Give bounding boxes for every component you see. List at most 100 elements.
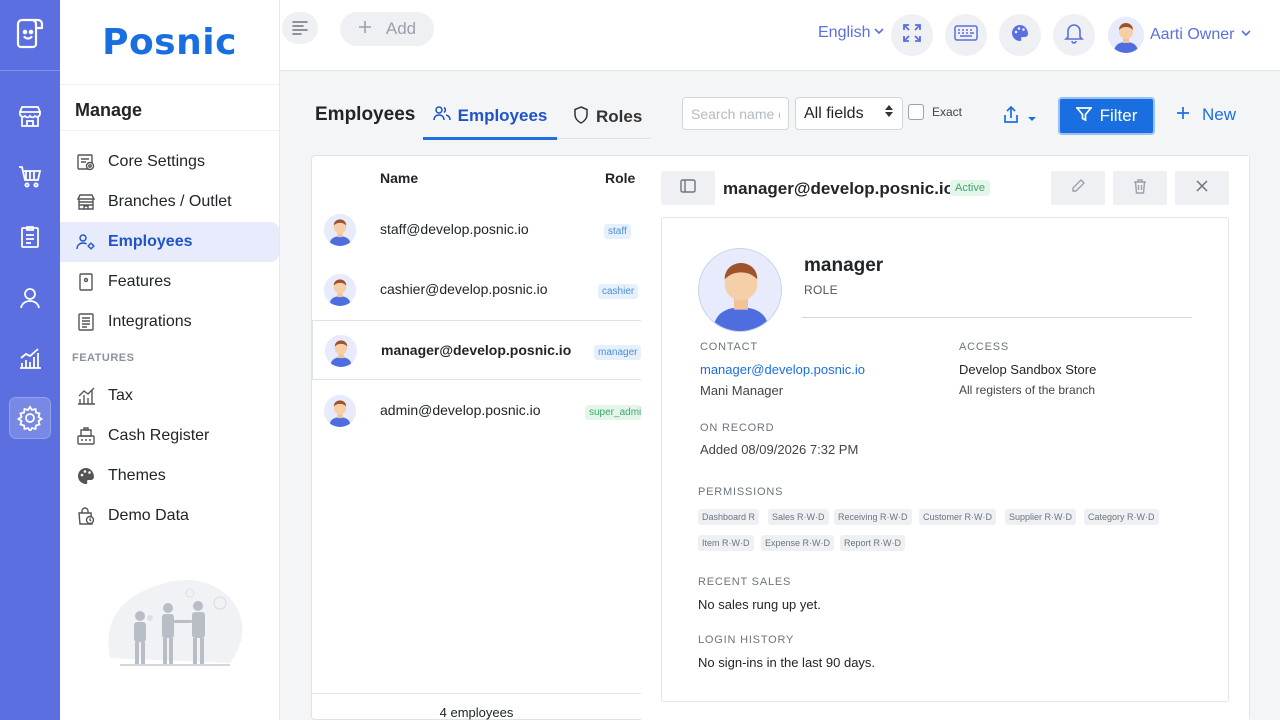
fullscreen-button[interactable]: [891, 14, 933, 56]
avatar: [324, 395, 356, 427]
close-icon: [1196, 179, 1208, 197]
share-icon: [1003, 105, 1019, 129]
profile-avatar: [698, 248, 782, 332]
login-history-text: No sign-ins in the last 90 days.: [698, 655, 876, 670]
access-registers: All registers of the branch: [959, 383, 1096, 397]
theme-button[interactable]: [999, 14, 1041, 56]
sidebar-item-label: Integrations: [108, 313, 192, 330]
sidebar-item-tax[interactable]: Tax: [60, 376, 279, 416]
role-badge: cashier: [598, 284, 639, 299]
close-button[interactable]: [1175, 171, 1229, 205]
notifications-button[interactable]: [1053, 14, 1095, 56]
sidebar-item-core-settings[interactable]: Core Settings: [60, 142, 279, 182]
sidebar-item-label: Tax: [108, 387, 133, 404]
new-label: New: [1202, 105, 1237, 124]
exact-toggle[interactable]: Exact: [908, 104, 962, 120]
table-row-selected[interactable]: manager@develop.posnic.io manager: [312, 320, 641, 380]
access-store: Develop Sandbox Store: [959, 362, 1097, 377]
sidebar-title: Manage: [75, 100, 143, 120]
language-select[interactable]: English: [818, 24, 885, 42]
delete-button[interactable]: [1113, 171, 1167, 205]
tab-label: Roles: [596, 107, 643, 126]
page-title: Employees: [315, 104, 416, 125]
people-gear-icon: [75, 231, 97, 253]
contact-heading: CONTACT: [700, 341, 758, 353]
fields-select-value: All fields: [804, 104, 864, 122]
sidebar-item-cash-register[interactable]: Cash Register: [60, 416, 279, 456]
sidebar-item-themes[interactable]: Themes: [60, 456, 279, 496]
tab-roles[interactable]: Roles: [573, 94, 642, 140]
trash-icon: [1133, 178, 1147, 199]
sidebar-item-branches[interactable]: Branches / Outlet: [60, 182, 279, 222]
search-input[interactable]: [682, 97, 789, 130]
exact-label: Exact: [932, 105, 963, 119]
profile-role-label: ROLE: [804, 283, 838, 297]
permission-chip: Sales R·W·D: [768, 509, 829, 525]
column-header-name[interactable]: Name: [380, 170, 418, 186]
sidebar-item-label: Features: [108, 273, 172, 290]
employee-email: cashier@develop.posnic.io: [380, 281, 548, 297]
avatar: [325, 335, 357, 367]
table-row[interactable]: admin@develop.posnic.io super_admin: [312, 381, 641, 441]
store-icon[interactable]: [10, 96, 50, 136]
sidebar-item-label: Core Settings: [108, 153, 205, 170]
permissions-heading: PERMISSIONS: [698, 486, 784, 498]
add-button[interactable]: Add: [340, 12, 434, 46]
gear-doc-icon: [75, 151, 97, 173]
sidebar-item-employees[interactable]: Employees: [60, 222, 279, 262]
store-icon: [75, 191, 97, 213]
contact-full-name: Mani Manager: [700, 383, 784, 398]
status-badge: Active: [950, 180, 990, 196]
brand-logo[interactable]: Posnic: [60, 0, 279, 85]
icon-rail: [0, 0, 60, 720]
contact-email-link[interactable]: manager@develop.posnic.io: [700, 362, 865, 377]
fields-select[interactable]: All fields: [795, 97, 903, 130]
menu-toggle-button[interactable]: [282, 12, 318, 44]
employee-email: staff@develop.posnic.io: [380, 221, 529, 237]
sidebar-item-demo-data[interactable]: Demo Data: [60, 496, 279, 536]
exact-checkbox[interactable]: [908, 104, 924, 120]
palette-icon: [1010, 23, 1030, 48]
edit-button[interactable]: [1051, 171, 1105, 205]
chevron-down-icon: [1240, 26, 1252, 44]
sidebar-item-label: Demo Data: [108, 507, 189, 524]
permission-chip: Supplier R·W·D: [1005, 509, 1077, 525]
plus-icon: [358, 19, 372, 39]
user-menu[interactable]: Aarti Owner: [1108, 17, 1252, 53]
detail-title: manager@develop.posnic.io: [723, 179, 955, 198]
access-heading: ACCESS: [959, 341, 1010, 353]
new-button[interactable]: New: [1176, 105, 1236, 125]
team-illustration: [90, 568, 250, 673]
permission-chip: Expense R·W·D: [761, 535, 835, 551]
sidebar-item-label: Cash Register: [108, 427, 210, 444]
table-row[interactable]: cashier@develop.posnic.io cashier: [312, 260, 641, 320]
filter-button[interactable]: Filter: [1058, 97, 1155, 135]
tab-employees[interactable]: Employees: [423, 94, 557, 140]
person-icon[interactable]: [10, 278, 50, 318]
export-button[interactable]: [1003, 105, 1037, 129]
recent-sales-text: No sales rung up yet.: [698, 597, 821, 612]
sidebar-item-integrations[interactable]: Integrations: [60, 302, 279, 342]
keyboard-button[interactable]: [945, 14, 987, 56]
avatar: [324, 214, 356, 246]
settings-icon[interactable]: [9, 397, 51, 439]
sidebar-toggle-icon: [680, 178, 696, 198]
permission-chip: Receiving R·W·D: [834, 509, 912, 525]
sidebar-item-features[interactable]: Features: [60, 262, 279, 302]
toggle-panel-button[interactable]: [661, 171, 715, 205]
sidebar-divider: [60, 130, 279, 131]
people-icon: [432, 105, 451, 126]
filter-label: Filter: [1099, 106, 1138, 125]
palette-icon: [75, 465, 97, 487]
clipboard-icon[interactable]: [10, 217, 50, 257]
device-icon: [75, 271, 97, 293]
column-header-role[interactable]: Role: [605, 170, 635, 186]
employee-email: admin@develop.posnic.io: [380, 402, 541, 418]
cart-icon[interactable]: [10, 156, 50, 196]
table-row[interactable]: staff@develop.posnic.io staff: [312, 200, 641, 260]
permission-chip: Item R·W·D: [698, 535, 754, 551]
avatar: [1108, 17, 1144, 53]
chart-icon[interactable]: [10, 338, 50, 378]
app-logo-icon[interactable]: [10, 12, 50, 52]
avatar: [324, 274, 356, 306]
